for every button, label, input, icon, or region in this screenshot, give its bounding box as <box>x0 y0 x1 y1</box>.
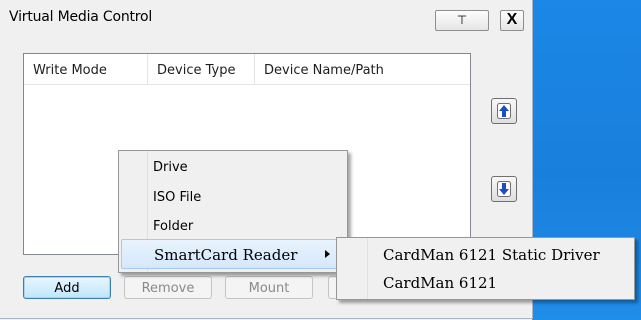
add-context-menu: Drive ISO File Folder SmartCard Reader <box>118 150 348 273</box>
submenu-item-cardman-static-driver[interactable]: CardMan 6121 Static Driver <box>383 246 600 264</box>
arrow-up-icon <box>497 103 511 119</box>
window-title: Virtual Media Control <box>9 9 153 25</box>
menu-item-folder[interactable]: Folder <box>121 212 343 242</box>
menu-item-iso-file[interactable]: ISO File <box>121 183 343 213</box>
menu-item-drive[interactable]: Drive <box>121 153 343 183</box>
move-down-button[interactable] <box>491 176 517 202</box>
smartcard-submenu: CardMan 6121 Static Driver CardMan 6121 <box>336 237 635 300</box>
menu-item-smartcard-reader[interactable]: SmartCard Reader <box>121 239 343 269</box>
add-button[interactable]: Add <box>23 276 111 299</box>
close-button[interactable]: X <box>500 10 524 31</box>
arrow-down-icon <box>497 181 511 197</box>
column-header-write-mode[interactable]: Write Mode <box>24 54 148 84</box>
submenu-item-cardman[interactable]: CardMan 6121 <box>383 274 497 292</box>
title-bar[interactable]: Virtual Media Control ⊤ X <box>0 0 532 34</box>
list-header: Write Mode Device Type Device Name/Path <box>24 54 470 85</box>
submenu-icon-gutter <box>367 238 368 299</box>
column-header-device-type[interactable]: Device Type <box>148 54 255 84</box>
pin-button[interactable]: ⊤ <box>435 10 489 31</box>
remove-button[interactable]: Remove <box>124 276 212 299</box>
column-header-device-name-path[interactable]: Device Name/Path <box>255 54 470 84</box>
menu-item-smartcard-label: SmartCard Reader <box>154 246 298 264</box>
mount-button[interactable]: Mount <box>225 276 313 299</box>
submenu-arrow-icon <box>325 250 330 258</box>
move-up-button[interactable] <box>491 98 517 124</box>
